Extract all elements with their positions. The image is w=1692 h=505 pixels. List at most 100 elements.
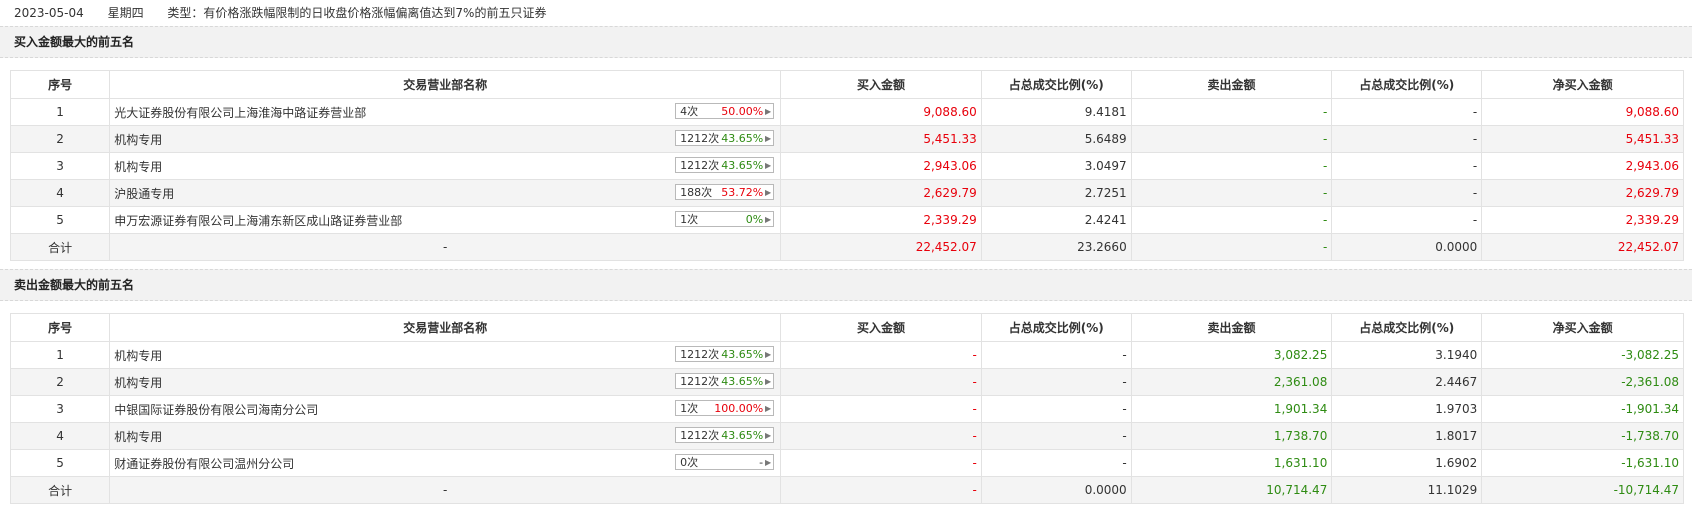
branch-stats-badge[interactable]: 1212次 43.65% ▶ xyxy=(675,157,775,173)
branch-cell: 申万宏源证券有限公司上海浦东新区成山路证券营业部 1次 0% ▶ xyxy=(109,206,782,234)
branch-win-rate: 50.00% xyxy=(721,105,764,118)
branch-cell: 机构专用 1212次 43.65% ▶ xyxy=(109,422,782,450)
col-buy-ratio: 占总成交比例(%) xyxy=(980,70,1132,99)
branch-win-rate: 43.65% xyxy=(721,132,764,145)
branch-name[interactable]: 中银国际证券股份有限公司海南分公司 xyxy=(114,401,318,418)
weekday: 星期四 xyxy=(107,6,144,20)
net-amount: -3,082.25 xyxy=(1481,341,1684,369)
net-amount: -2,361.08 xyxy=(1481,368,1684,396)
table-row: 4 机构专用 1212次 43.65% ▶ - -1,738.70 1.8017 -1,738.… xyxy=(9,422,1684,450)
buy-amount: 2,339.29 xyxy=(780,206,982,234)
total-buy-ratio: 23.2660 xyxy=(980,233,1132,261)
sell-ratio: 3.1940 xyxy=(1331,341,1483,369)
branch-cell: 机构专用 1212次 43.65% ▶ xyxy=(109,341,782,369)
branch-stats-badge[interactable]: 4次 50.00% ▶ xyxy=(675,103,775,119)
buy-ratio: - xyxy=(980,449,1132,477)
total-sell: - xyxy=(1130,233,1333,261)
branch-win-rate: 100.00% xyxy=(714,402,764,415)
branch-stats-badge[interactable]: 1次 100.00% ▶ xyxy=(675,400,775,416)
buy-amount: 5,451.33 xyxy=(780,125,982,153)
row-no: 2 xyxy=(9,125,111,153)
table-row: 1 机构专用 1212次 43.65% ▶ - -3,082.25 3.1940 -3,082.… xyxy=(9,341,1684,369)
branch-name[interactable]: 机构专用 xyxy=(114,158,162,175)
col-sell: 卖出金额 xyxy=(1130,313,1333,342)
net-amount: 5,451.33 xyxy=(1481,125,1684,153)
table-row: 2 机构专用 1212次 43.65% ▶ - -2,361.08 2.4467 -2,361.… xyxy=(9,368,1684,396)
branch-stats-badge[interactable]: 1次 0% ▶ xyxy=(675,211,775,227)
col-sell-ratio: 占总成交比例(%) xyxy=(1331,313,1483,342)
total-label: 合计 xyxy=(9,233,111,261)
buy-amount: - xyxy=(780,422,982,450)
branch-cell: 机构专用 1212次 43.65% ▶ xyxy=(109,125,782,153)
table-header: 序号 交易营业部名称 买入金额 占总成交比例(%) 卖出金额 占总成交比例(%)… xyxy=(9,313,1684,342)
triangle-right-icon: ▶ xyxy=(765,431,772,440)
branch-stats-badge[interactable]: 0次 - ▶ xyxy=(675,454,775,470)
sell-ratio: - xyxy=(1331,206,1483,234)
net-amount: 2,943.06 xyxy=(1481,152,1684,180)
buy-amount: - xyxy=(780,395,982,423)
col-buy: 买入金额 xyxy=(780,313,982,342)
sell-amount: 1,631.10 xyxy=(1130,449,1333,477)
buy-ratio: 9.4181 xyxy=(980,98,1132,126)
col-net: 净买入金额 xyxy=(1481,313,1684,342)
triangle-right-icon: ▶ xyxy=(765,161,772,170)
total-buy: 22,452.07 xyxy=(780,233,982,261)
sell-ratio: - xyxy=(1331,179,1483,207)
branch-name[interactable]: 机构专用 xyxy=(114,428,162,445)
trade-date: 2023-05-04 xyxy=(14,6,84,20)
branch-stats-badge[interactable]: 1212次 43.65% ▶ xyxy=(675,130,775,146)
branch-name[interactable]: 机构专用 xyxy=(114,347,162,364)
branch-count: 1次 xyxy=(680,213,699,226)
branch-win-rate: 0% xyxy=(745,213,764,226)
net-amount: -1,738.70 xyxy=(1481,422,1684,450)
net-amount: -1,631.10 xyxy=(1481,449,1684,477)
sell-ratio: - xyxy=(1331,152,1483,180)
branch-count: 1212次 xyxy=(680,159,720,172)
branch-name[interactable]: 机构专用 xyxy=(114,374,162,391)
triangle-right-icon: ▶ xyxy=(765,350,772,359)
row-no: 4 xyxy=(9,179,111,207)
branch-win-rate: 43.65% xyxy=(721,159,764,172)
col-sell: 卖出金额 xyxy=(1130,70,1333,99)
buy-ratio: 3.0497 xyxy=(980,152,1132,180)
total-sell-ratio: 0.0000 xyxy=(1331,233,1483,261)
table-row: 3 机构专用 1212次 43.65% ▶ 2,943.06 3.0497- -2,943.0… xyxy=(9,152,1684,180)
triangle-right-icon: ▶ xyxy=(765,377,772,386)
buy-amount: 9,088.60 xyxy=(780,98,982,126)
row-no: 1 xyxy=(9,341,111,369)
sell-amount: 1,738.70 xyxy=(1130,422,1333,450)
buy-ratio: - xyxy=(980,395,1132,423)
sell-ratio: 1.9703 xyxy=(1331,395,1483,423)
table-row: 5 财通证券股份有限公司温州分公司 0次 - ▶ - -1,631.10 1.6902 -1,6… xyxy=(9,449,1684,477)
branch-stats-badge[interactable]: 188次 53.72% ▶ xyxy=(675,184,775,200)
branch-name[interactable]: 光大证券股份有限公司上海淮海中路证券营业部 xyxy=(114,104,366,121)
col-no: 序号 xyxy=(9,70,111,99)
sell-amount: 2,361.08 xyxy=(1130,368,1333,396)
branch-name[interactable]: 申万宏源证券有限公司上海浦东新区成山路证券营业部 xyxy=(114,212,402,229)
net-amount: -1,901.34 xyxy=(1481,395,1684,423)
branch-name[interactable]: 机构专用 xyxy=(114,131,162,148)
col-buy: 买入金额 xyxy=(780,70,982,99)
net-amount: 2,339.29 xyxy=(1481,206,1684,234)
sell-amount: 3,082.25 xyxy=(1130,341,1333,369)
buy-amount: - xyxy=(780,341,982,369)
branch-count: 0次 xyxy=(680,456,699,469)
branch-stats-badge[interactable]: 1212次 43.65% ▶ xyxy=(675,427,775,443)
buy-amount: - xyxy=(780,449,982,477)
col-no: 序号 xyxy=(9,313,111,342)
branch-cell: 中银国际证券股份有限公司海南分公司 1次 100.00% ▶ xyxy=(109,395,782,423)
info-bar: 2023-05-04 星期四 类型：有价格涨跌幅限制的日收盘价格涨幅偏离值达到7… xyxy=(0,0,1692,26)
branch-name[interactable]: 沪股通专用 xyxy=(114,185,174,202)
branch-cell: 沪股通专用 188次 53.72% ▶ xyxy=(109,179,782,207)
table-row: 1 光大证券股份有限公司上海淮海中路证券营业部 4次 50.00% ▶ 9,088.60 9… xyxy=(9,98,1684,126)
col-branch: 交易营业部名称 xyxy=(109,313,782,342)
sell-amount: - xyxy=(1130,152,1333,180)
branch-stats-badge[interactable]: 1212次 43.65% ▶ xyxy=(675,373,775,389)
branch-name[interactable]: 财通证券股份有限公司温州分公司 xyxy=(114,455,294,472)
buy-top5-table: 序号 交易营业部名称 买入金额 占总成交比例(%) 卖出金额 占总成交比例(%)… xyxy=(9,70,1684,261)
buy-ratio: - xyxy=(980,422,1132,450)
branch-stats-badge[interactable]: 1212次 43.65% ▶ xyxy=(675,346,775,362)
total-buy: - xyxy=(780,476,982,504)
row-no: 5 xyxy=(9,449,111,477)
net-amount: 2,629.79 xyxy=(1481,179,1684,207)
